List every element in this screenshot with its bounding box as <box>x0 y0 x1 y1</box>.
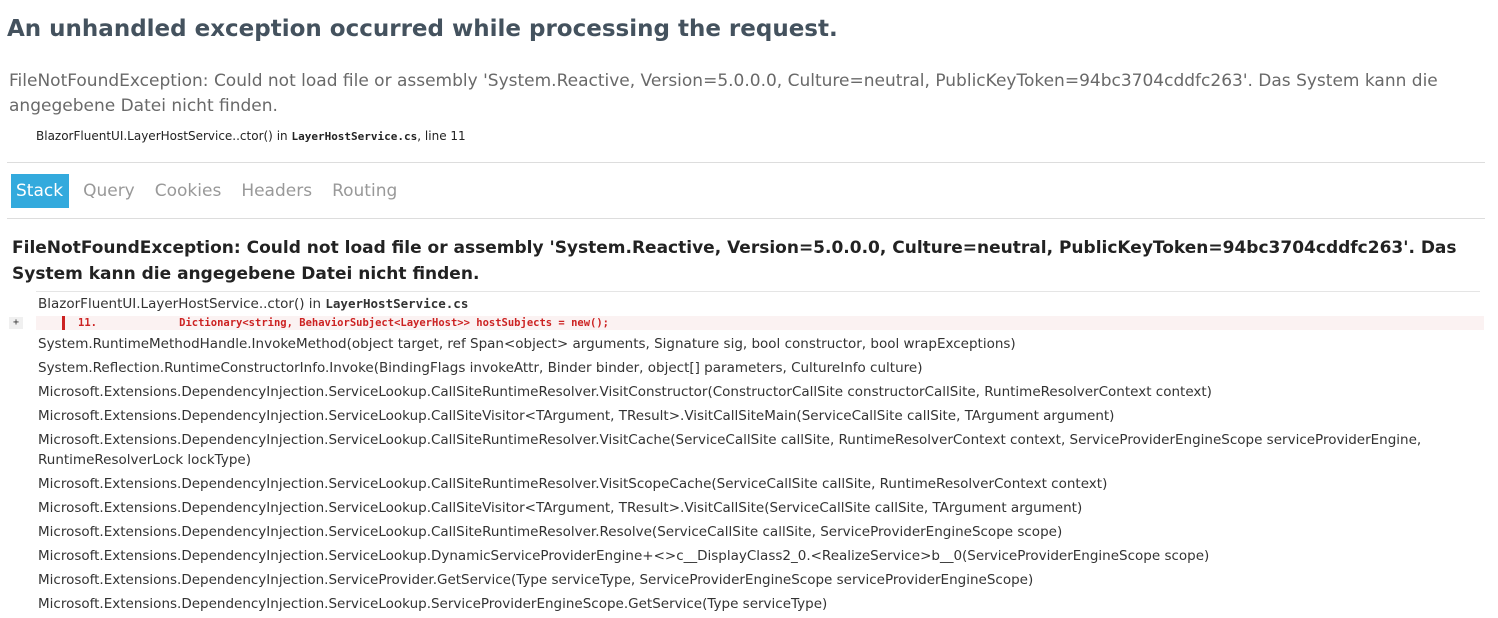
stack-frame: Microsoft.Extensions.DependencyInjection… <box>38 596 828 612</box>
source-code-line: 11. Dictionary<string, BehaviorSubject<L… <box>36 316 1484 330</box>
divider <box>7 218 1485 219</box>
stack-frame: Microsoft.Extensions.DependencyInjection… <box>38 500 1083 516</box>
frame-file: LayerHostService.cs <box>325 296 469 311</box>
frame-method: BlazorFluentUI.LayerHostService..ctor() <box>38 296 305 312</box>
page-title: An unhandled exception occurred while pr… <box>7 16 838 42</box>
tab-query[interactable]: Query <box>79 174 147 208</box>
error-page: An unhandled exception occurred while pr… <box>0 0 1486 612</box>
stack-frame: Microsoft.Extensions.DependencyInjection… <box>38 384 1212 400</box>
stack-frame: Microsoft.Extensions.DependencyInjection… <box>38 524 1063 540</box>
stack-frame: Microsoft.Extensions.DependencyInjection… <box>38 432 1422 468</box>
stack-frame-first: BlazorFluentUI.LayerHostService..ctor() … <box>38 296 468 312</box>
stack-frame: System.Reflection.RuntimeConstructorInfo… <box>38 360 923 376</box>
location-in: in <box>272 129 292 143</box>
frame-in: in <box>304 296 326 312</box>
tab-routing[interactable]: Routing <box>328 174 409 208</box>
stack-error-title: FileNotFoundException: Could not load fi… <box>12 238 1457 284</box>
highlight-bar <box>62 316 65 330</box>
location-method: BlazorFluentUI.LayerHostService..ctor() <box>36 129 273 143</box>
code-line-text: 11. Dictionary<string, BehaviorSubject<L… <box>78 317 610 329</box>
stack-frame: System.RuntimeMethodHandle.InvokeMethod(… <box>38 336 1016 352</box>
tab-stack[interactable]: Stack <box>11 174 70 208</box>
divider <box>7 162 1485 163</box>
tab-headers[interactable]: Headers <box>237 174 324 208</box>
expand-source-button[interactable]: + <box>9 317 23 329</box>
location-file: LayerHostService.cs <box>291 130 418 143</box>
divider <box>36 291 1480 292</box>
stack-frame: Microsoft.Extensions.DependencyInjection… <box>38 548 1210 564</box>
stack-frame: Microsoft.Extensions.DependencyInjection… <box>38 476 1108 492</box>
location-line: , line 11 <box>417 129 466 143</box>
error-message: FileNotFoundException: Could not load fi… <box>9 71 1438 116</box>
tab-cookies[interactable]: Cookies <box>151 174 234 208</box>
tab-bar: Stack Query Cookies Headers Routing <box>11 174 413 208</box>
stack-frame: Microsoft.Extensions.DependencyInjection… <box>38 572 1034 588</box>
stack-frame-list: System.RuntimeMethodHandle.InvokeMethod(… <box>38 334 1478 618</box>
stack-frame: Microsoft.Extensions.DependencyInjection… <box>38 408 1115 424</box>
error-location: BlazorFluentUI.LayerHostService..ctor() … <box>36 129 466 143</box>
